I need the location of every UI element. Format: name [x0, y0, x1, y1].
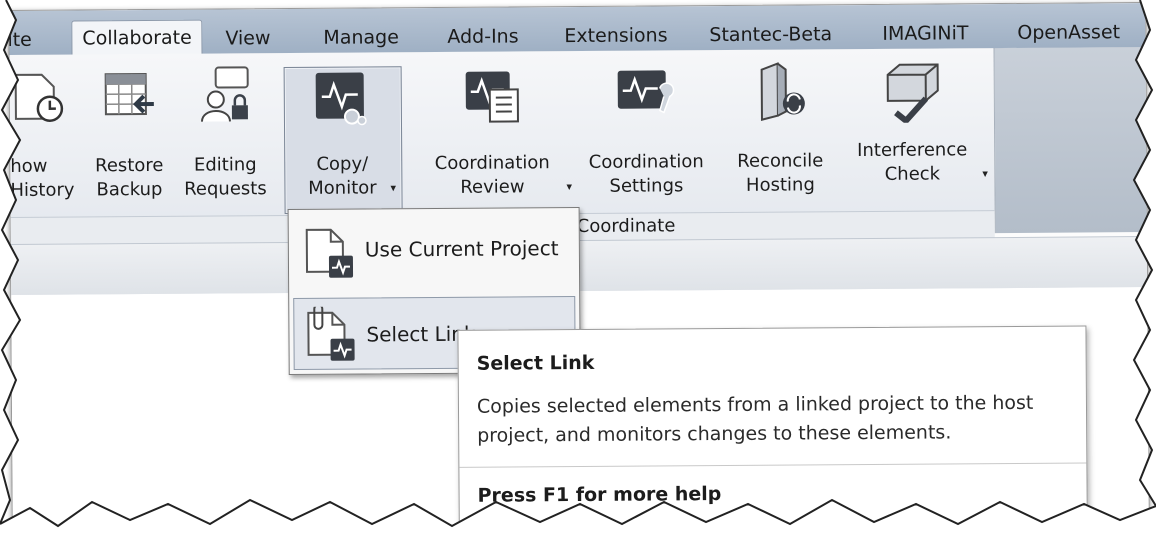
screenshot-stage: ite Collaborate View Manage Add-Ins Exte… [0, 0, 1156, 544]
torn-edge-frame [0, 0, 1156, 544]
